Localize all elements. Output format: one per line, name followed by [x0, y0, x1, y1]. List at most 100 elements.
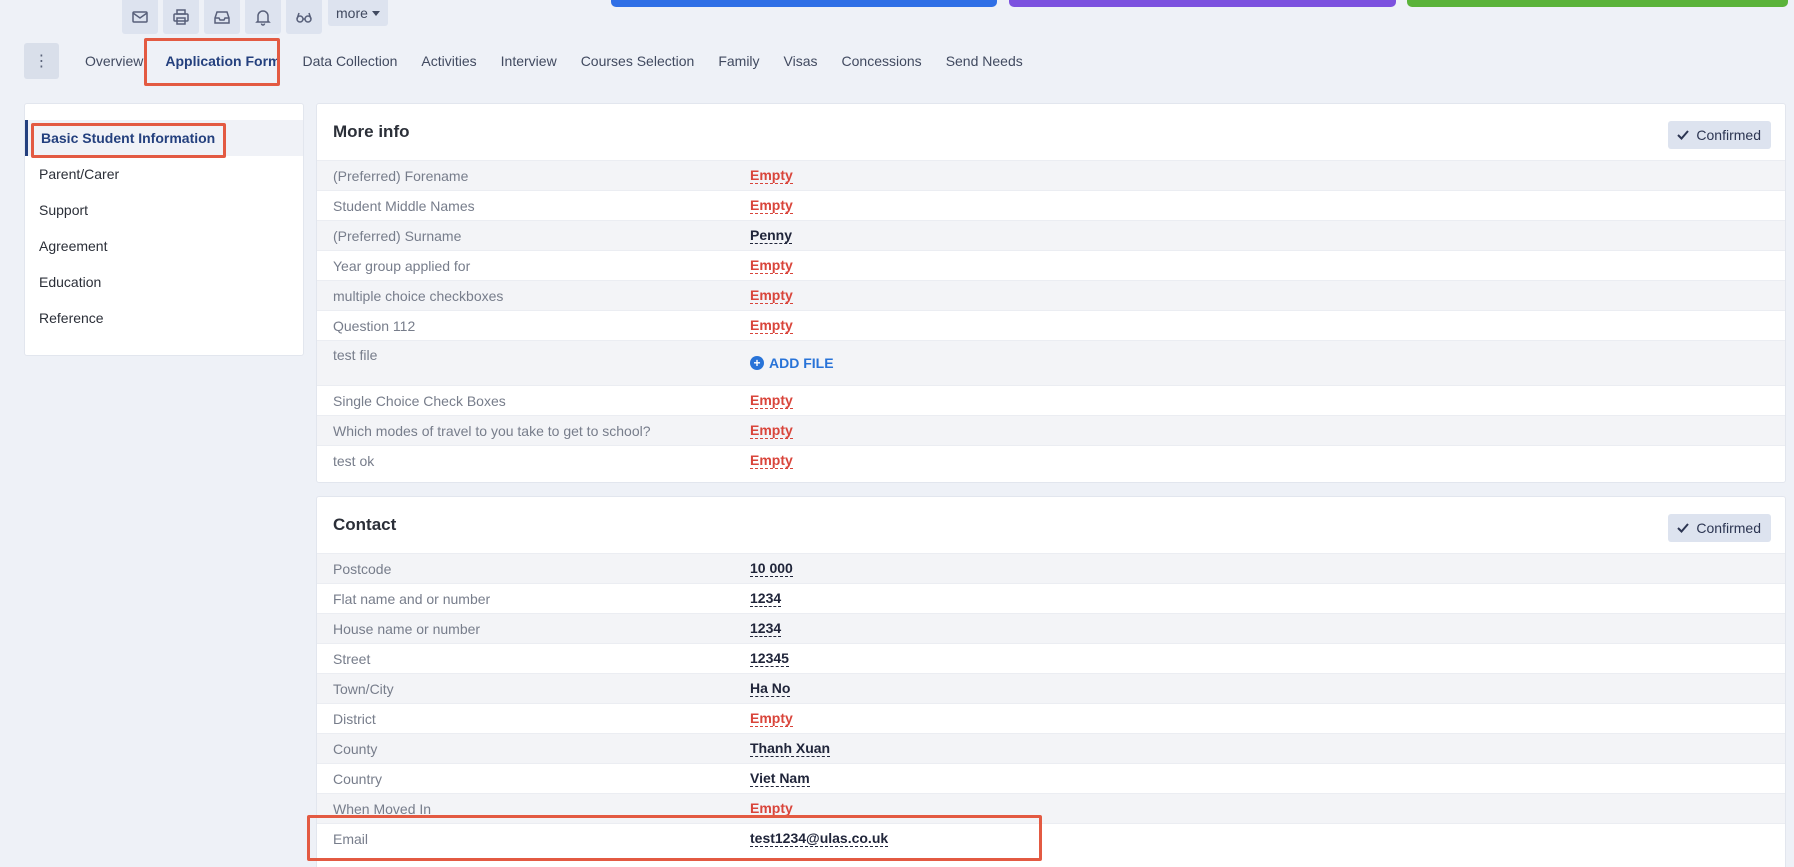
- field-row: When Moved In Empty: [317, 793, 1785, 823]
- field-label: Single Choice Check Boxes: [333, 392, 506, 409]
- field-row: Postcode 10 000: [317, 553, 1785, 583]
- field-value[interactable]: test1234@ulas.co.uk: [750, 830, 889, 847]
- field-row: Single Choice Check Boxes Empty: [317, 385, 1785, 415]
- sidemenu-item-parent-carer[interactable]: Parent/Carer: [25, 156, 303, 192]
- field-value[interactable]: 1234: [750, 590, 782, 607]
- add-file-label: ADD FILE: [769, 355, 834, 371]
- field-label: test file: [333, 347, 378, 363]
- tab-application-form[interactable]: Application Form: [155, 43, 290, 79]
- field-row: Flat name and or number 1234: [317, 583, 1785, 613]
- green-summary-bar: [1407, 0, 1788, 7]
- printer-icon: [173, 9, 189, 25]
- field-value[interactable]: Empty: [750, 452, 793, 469]
- field-value[interactable]: Penny: [750, 227, 793, 244]
- field-row: Town/City Ha No: [317, 673, 1785, 703]
- tab-family[interactable]: Family: [706, 43, 771, 79]
- bell-icon: [255, 10, 271, 26]
- field-row: Country Viet Nam: [317, 763, 1785, 793]
- field-row: Which modes of travel to you take to get…: [317, 415, 1785, 445]
- action-toolbar: more: [122, 0, 388, 34]
- more-dropdown[interactable]: more: [328, 0, 388, 26]
- contact-confirmed-button[interactable]: Confirmed: [1668, 514, 1771, 542]
- sidemenu-item-education[interactable]: Education: [25, 264, 303, 300]
- glasses-icon: [296, 12, 312, 23]
- more-label: more: [336, 5, 368, 21]
- field-value[interactable]: Empty: [750, 800, 793, 817]
- field-value[interactable]: Empty: [750, 167, 793, 184]
- sidemenu-item-reference[interactable]: Reference: [25, 300, 303, 336]
- preview-button[interactable]: [286, 0, 322, 34]
- field-label: Which modes of travel to you take to get…: [333, 422, 651, 439]
- field-row: Email test1234@ulas.co.uk: [317, 823, 1785, 853]
- field-label: Flat name and or number: [333, 590, 491, 607]
- field-label: Email: [333, 830, 369, 847]
- field-value[interactable]: Empty: [750, 710, 793, 727]
- kebab-menu-button[interactable]: ⋮: [24, 43, 59, 79]
- field-row: House name or number 1234: [317, 613, 1785, 643]
- field-value[interactable]: Empty: [750, 317, 793, 334]
- blue-summary-bar: [611, 0, 997, 7]
- caret-down-icon: [371, 10, 380, 16]
- field-row: test file + ADD FILE: [317, 340, 1785, 385]
- mail-icon: [132, 11, 148, 23]
- tab-visas[interactable]: Visas: [772, 43, 830, 79]
- check-icon: [1677, 130, 1690, 140]
- print-button[interactable]: [163, 0, 199, 34]
- field-label: County: [333, 740, 378, 757]
- field-value[interactable]: Empty: [750, 287, 793, 304]
- field-row: (Preferred) Surname Penny: [317, 220, 1785, 250]
- tab-concessions[interactable]: Concessions: [830, 43, 934, 79]
- kebab-icon: ⋮: [33, 53, 50, 70]
- field-value[interactable]: Empty: [750, 197, 793, 214]
- tab-courses-selection[interactable]: Courses Selection: [569, 43, 707, 79]
- field-label: Country: [333, 770, 383, 787]
- field-row: Year group applied for Empty: [317, 250, 1785, 280]
- confirmed-label: Confirmed: [1696, 127, 1761, 143]
- field-label: Town/City: [333, 680, 394, 697]
- field-value[interactable]: Empty: [750, 257, 793, 274]
- field-label: test ok: [333, 452, 375, 469]
- tab-data-collection[interactable]: Data Collection: [290, 43, 409, 79]
- field-row: County Thanh Xuan: [317, 733, 1785, 763]
- plus-circle-icon: +: [750, 356, 764, 370]
- more-info-rows: (Preferred) Forename Empty Student Middle…: [317, 160, 1785, 475]
- tab-send-needs[interactable]: Send Needs: [934, 43, 1035, 79]
- field-value[interactable]: 1234: [750, 620, 782, 637]
- more-info-panel: More info Confirmed (Preferred) Forename…: [316, 103, 1786, 483]
- field-value[interactable]: 10 000: [750, 560, 793, 577]
- field-label: multiple choice checkboxes: [333, 287, 504, 304]
- field-label: Student Middle Names: [333, 197, 475, 214]
- tab-overview[interactable]: Overview: [73, 43, 155, 79]
- field-value[interactable]: Thanh Xuan: [750, 740, 831, 757]
- field-label: House name or number: [333, 620, 481, 637]
- tab-activities[interactable]: Activities: [409, 43, 488, 79]
- field-value[interactable]: Viet Nam: [750, 770, 810, 787]
- field-value[interactable]: Empty: [750, 422, 793, 439]
- field-row: District Empty: [317, 703, 1785, 733]
- notification-button[interactable]: [245, 0, 281, 34]
- inbox-icon: [214, 11, 230, 24]
- field-row: Question 112 Empty: [317, 310, 1785, 340]
- field-label: Postcode: [333, 560, 392, 577]
- field-row: (Preferred) Forename Empty: [317, 160, 1785, 190]
- inbox-button[interactable]: [204, 0, 240, 34]
- field-label: (Preferred) Surname: [333, 227, 462, 244]
- contact-rows: Postcode 10 000 Flat name and or number 12…: [317, 553, 1785, 853]
- field-value[interactable]: Empty: [750, 392, 793, 409]
- more-info-title: More info: [333, 122, 410, 141]
- sidemenu-item-agreement[interactable]: Agreement: [25, 228, 303, 264]
- field-value[interactable]: 12345: [750, 650, 789, 667]
- more-info-confirmed-button[interactable]: Confirmed: [1668, 121, 1771, 149]
- add-file-button[interactable]: + ADD FILE: [750, 355, 834, 371]
- sidemenu-item-support[interactable]: Support: [25, 192, 303, 228]
- tab-navigation: ⋮ Overview Application Form Data Collect…: [24, 43, 1035, 79]
- field-label: (Preferred) Forename: [333, 167, 469, 184]
- purple-summary-bar: [1009, 0, 1396, 7]
- contact-title: Contact: [333, 515, 397, 534]
- tab-interview[interactable]: Interview: [489, 43, 569, 79]
- mail-button[interactable]: [122, 0, 158, 34]
- field-row: Student Middle Names Empty: [317, 190, 1785, 220]
- field-label: When Moved In: [333, 800, 432, 817]
- sidemenu-item-basic-student-information[interactable]: Basic Student Information: [25, 120, 303, 156]
- field-value[interactable]: Ha No: [750, 680, 791, 697]
